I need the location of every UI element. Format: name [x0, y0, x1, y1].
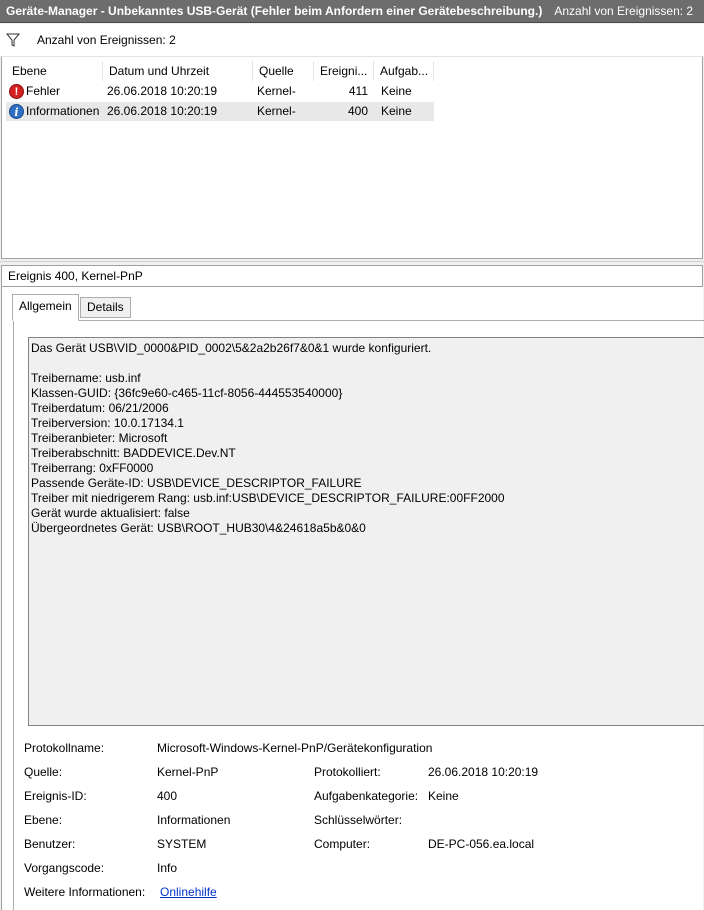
opcode-label: Vorgangscode: [24, 861, 105, 875]
description-line: Passende Geräte-ID: USB\DEVICE_DESCRIPTO… [31, 476, 362, 490]
row-task: Keine [381, 84, 412, 98]
window-titlebar: Geräte-Manager - Unbekanntes USB-Gerät (… [0, 0, 704, 23]
column-header-level[interactable]: Ebene [6, 61, 103, 81]
description-line: Das Gerät USB\VID_0000&PID_0002\5&2a2b26… [31, 341, 432, 355]
online-help-link[interactable]: Onlinehilfe [160, 884, 217, 900]
tab-page-general: Das Gerät USB\VID_0000&PID_0002\5&2a2b26… [13, 320, 704, 910]
tab-details[interactable]: Details [80, 297, 131, 318]
description-line: Gerät wurde aktualisiert: false [31, 506, 190, 520]
row-source: Kernel- [257, 104, 296, 118]
filter-icon[interactable] [6, 33, 20, 47]
description-line: Treiberrang: 0xFF0000 [31, 461, 154, 475]
titlebar-event-count: Anzahl von Ereignissen: 2 [554, 4, 694, 18]
event-description[interactable]: Das Gerät USB\VID_0000&PID_0002\5&2a2b26… [28, 337, 704, 726]
description-line: Treiberversion: 10.0.17134.1 [31, 416, 184, 430]
opcode-value: Info [157, 861, 178, 875]
description-line: Treiberabschnitt: BADDEVICE.Dev.NT [31, 446, 236, 460]
log-name-label: Protokollname: [24, 741, 105, 755]
row-level: Informationen [26, 104, 100, 118]
description-line: Klassen-GUID: {36fc9e60-c465-11cf-8056-4… [31, 386, 343, 400]
description-line: Übergeordnetes Gerät: USB\ROOT_HUB30\4&2… [31, 521, 366, 535]
event-id-label: Ereignis-ID: [24, 789, 87, 803]
keywords-label: Schlüsselwörter: [314, 813, 403, 827]
user-label: Benutzer: [24, 837, 76, 851]
filter-label: Anzahl von Ereignissen: 2 [37, 33, 176, 47]
column-header-source[interactable]: Quelle [253, 61, 314, 81]
tab-general[interactable]: Allgemein [12, 294, 79, 321]
table-row[interactable]: ! Fehler 26.06.2018 10:20:19 Kernel- 411… [6, 82, 434, 101]
level-value: Informationen [157, 813, 231, 827]
window-title: Geräte-Manager - Unbekanntes USB-Gerät (… [6, 4, 543, 18]
row-datetime: 26.06.2018 10:20:19 [107, 104, 218, 118]
row-task: Keine [381, 104, 412, 118]
description-line: Treiberdatum: 06/21/2006 [31, 401, 169, 415]
info-icon: i [9, 104, 24, 119]
logged-value: 26.06.2018 10:20:19 [428, 765, 539, 779]
task-category-value: Keine [428, 789, 459, 803]
description-line: Treibername: usb.inf [31, 371, 141, 385]
user-value: SYSTEM [157, 837, 207, 851]
log-name-value: Microsoft-Windows-Kernel-PnP/Gerätekonfi… [157, 741, 433, 755]
description-line: Treiberanbieter: Microsoft [31, 431, 168, 445]
filter-bar: Anzahl von Ereignissen: 2 [0, 24, 704, 57]
error-icon: ! [9, 84, 24, 99]
source-label: Quelle: [24, 765, 63, 779]
event-id-value: 400 [157, 789, 178, 803]
row-source: Kernel- [257, 84, 296, 98]
row-event-id: 400 [347, 104, 368, 118]
description-line [31, 356, 703, 371]
row-datetime: 26.06.2018 10:20:19 [107, 84, 218, 98]
row-event-id: 411 [348, 84, 368, 98]
column-header-datetime[interactable]: Datum und Uhrzeit [103, 61, 253, 81]
detail-header: Ereignis 400, Kernel-PnP [1, 265, 703, 287]
logged-label: Protokolliert: [314, 765, 381, 779]
description-line: Treiber mit niedrigerem Rang: usb.inf:US… [31, 491, 505, 505]
more-info-label: Weitere Informationen: [24, 885, 146, 899]
computer-label: Computer: [314, 837, 371, 851]
computer-value: DE-PC-056.ea.local [428, 837, 535, 851]
column-header-task[interactable]: Aufgab... [374, 61, 434, 81]
table-row[interactable]: i Informationen 26.06.2018 10:20:19 Kern… [6, 102, 434, 121]
source-value: Kernel-PnP [157, 765, 219, 779]
row-level: Fehler [26, 84, 61, 98]
level-label: Ebene: [24, 813, 63, 827]
detail-pane: Allgemein Details Das Gerät USB\VID_0000… [1, 287, 704, 910]
column-header-event-id[interactable]: Ereigni... [314, 61, 374, 81]
event-list: Ebene Datum und Uhrzeit Quelle Ereigni..… [1, 57, 703, 259]
task-category-label: Aufgabenkategorie: [314, 789, 419, 803]
